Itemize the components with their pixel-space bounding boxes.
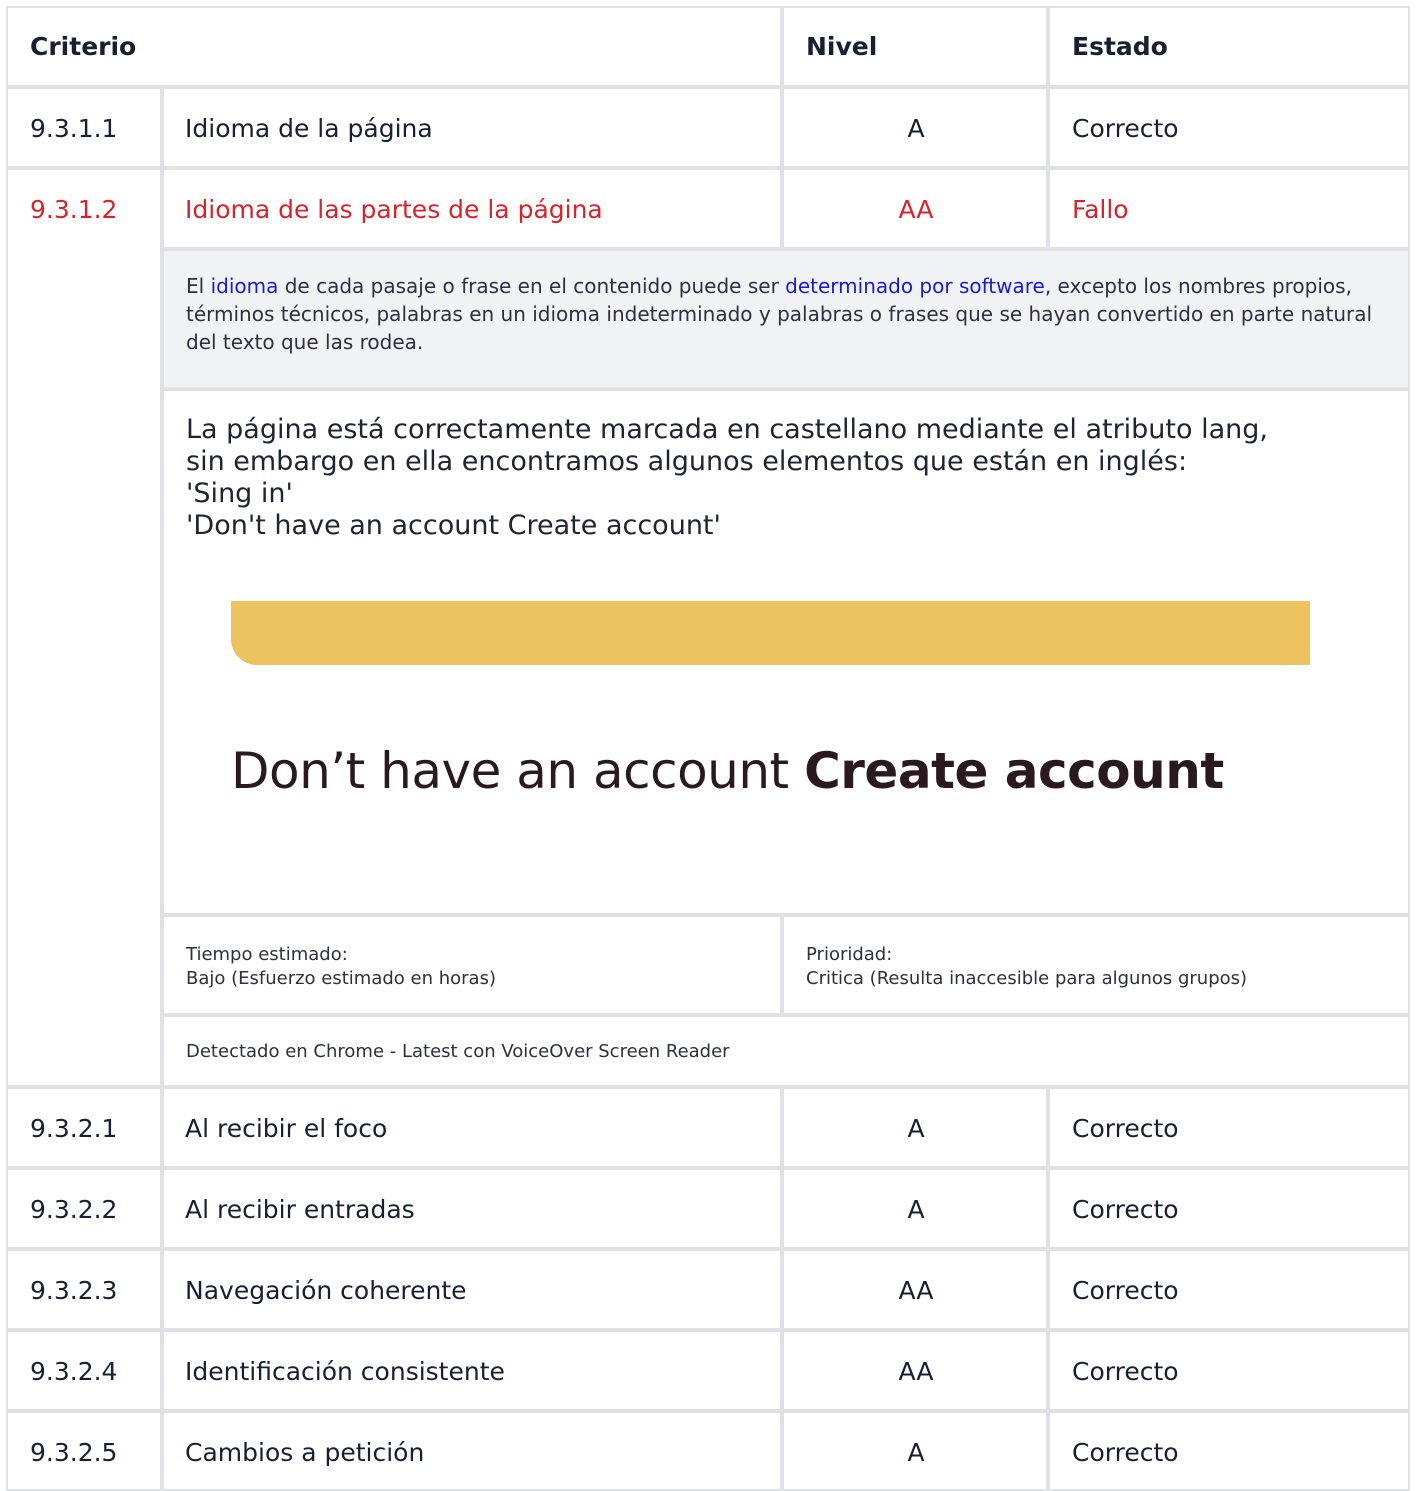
criterion-code: 9.3.2.5 — [30, 1438, 118, 1467]
criterion-level: A — [907, 114, 925, 143]
criterion-code: 9.3.2.3 — [30, 1276, 118, 1305]
observation-line-4: 'Don't have an account Create account' — [186, 510, 721, 541]
observation-line-1: La página está correctamente marcada en … — [186, 414, 1268, 445]
determinado-por-software-link[interactable]: determinado por software — [785, 274, 1045, 298]
observation-text: La página está correctamente marcada en … — [186, 414, 1396, 542]
tiempo-label: Tiempo estimado: — [186, 944, 348, 965]
criterion-name-fail: Idioma de las partes de la página — [185, 195, 603, 224]
fail-row-code-cell — [6, 168, 162, 1087]
criterion-code: 9.3.1.1 — [30, 114, 118, 143]
prioridad: Prioridad: Critica (Resulta inaccesible … — [806, 943, 1247, 991]
screenshot-header-bar — [231, 601, 1310, 665]
prioridad-label: Prioridad: — [806, 944, 893, 965]
criterion-name: Identificación consistente — [185, 1357, 505, 1386]
criterion-status: Correcto — [1072, 1195, 1179, 1224]
criterion-code-fail: 9.3.1.2 — [30, 195, 118, 224]
criterion-code: 9.3.2.4 — [30, 1357, 118, 1386]
criterion-status: Correcto — [1072, 1276, 1179, 1305]
criterion-name: Navegación coherente — [185, 1276, 467, 1305]
criterion-status: Correcto — [1072, 1357, 1179, 1386]
screenshot-text-regular: Don’t have an account — [231, 742, 805, 800]
idioma-link[interactable]: idioma — [211, 274, 279, 298]
criterion-code: 9.3.2.1 — [30, 1114, 118, 1143]
criteria-table: Criterio Nivel Estado 9.3.1.1 Idioma de … — [0, 0, 1416, 1491]
tiempo-value: Bajo (Esfuerzo estimado en horas) — [186, 968, 496, 989]
criterion-name: Al recibir el foco — [185, 1114, 388, 1143]
criterion-name: Idioma de la página — [185, 114, 433, 143]
criterion-level: A — [907, 1114, 925, 1143]
criterion-level: AA — [898, 1276, 934, 1305]
criterion-name: Al recibir entradas — [185, 1195, 415, 1224]
criterion-name: Cambios a petición — [185, 1438, 425, 1467]
observation-line-2: sin embargo en ella encontramos algunos … — [186, 446, 1188, 477]
criterion-status: Correcto — [1072, 1114, 1179, 1143]
detectado-text: Detectado en Chrome - Latest con VoiceOv… — [186, 1041, 730, 1062]
header-criterio: Criterio — [30, 32, 137, 61]
description-mid: de cada pasaje o frase en el contenido p… — [278, 274, 786, 298]
observation-line-3: 'Sing in' — [186, 478, 293, 509]
header-nivel: Nivel — [806, 32, 878, 61]
criterion-status-fail: Fallo — [1072, 195, 1129, 224]
header-estado: Estado — [1072, 32, 1168, 61]
criterion-description: El idioma de cada pasaje o frase en el c… — [186, 272, 1391, 356]
tiempo-estimado: Tiempo estimado: Bajo (Esfuerzo estimado… — [186, 943, 496, 991]
criterion-status: Correcto — [1072, 114, 1179, 143]
screenshot-account-text: Don’t have an account Create account — [231, 742, 1224, 800]
criterion-level: A — [907, 1438, 925, 1467]
criterion-status: Correcto — [1072, 1438, 1179, 1467]
criterion-level: AA — [898, 1357, 934, 1386]
criterion-level: A — [907, 1195, 925, 1224]
criterion-code: 9.3.2.2 — [30, 1195, 118, 1224]
description-prefix: El — [186, 274, 211, 298]
screenshot-text-bold: Create account — [804, 742, 1224, 800]
criterion-level-fail: AA — [898, 195, 934, 224]
prioridad-value: Critica (Resulta inaccesible para alguno… — [806, 968, 1248, 989]
